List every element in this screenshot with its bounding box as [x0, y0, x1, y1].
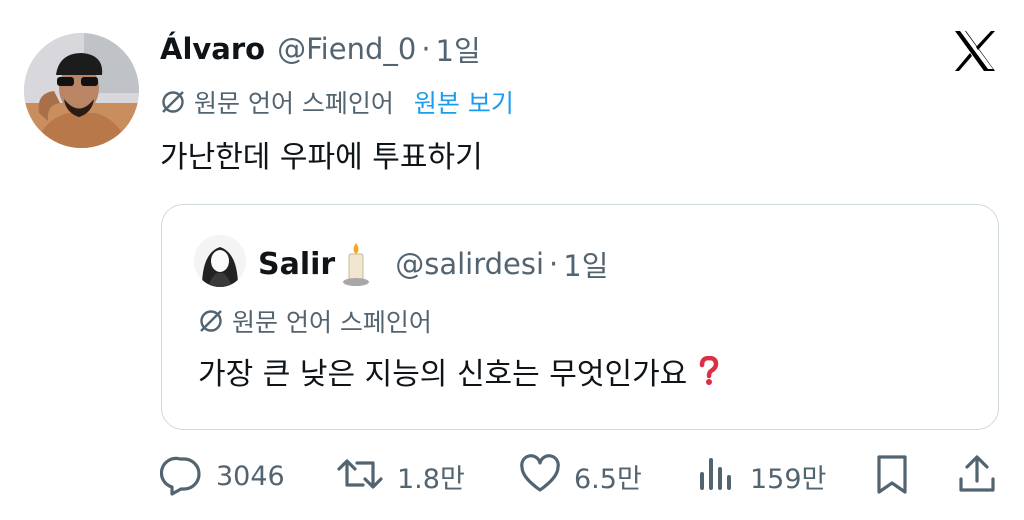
quote-header: Salir @salirdesi · 1일: [258, 241, 608, 287]
original-language-label: 원문 언어 스페인어: [194, 89, 394, 118]
quote-original-language-label: 원문 언어 스페인어: [232, 308, 432, 337]
x-logo-icon: [952, 28, 998, 74]
translate-icon: [198, 308, 224, 334]
reply-button[interactable]: 3046: [159, 448, 285, 504]
author-handle[interactable]: @Fiend_0: [277, 32, 416, 66]
retweet-button[interactable]: 1.8만: [335, 448, 465, 504]
like-icon: [518, 452, 562, 500]
author-avatar[interactable]: [24, 33, 139, 148]
tweet-time[interactable]: 1일: [436, 28, 481, 70]
quote-author-name[interactable]: Salir: [258, 247, 335, 282]
quote-text-row: 가장 큰 낮은 지능의 신호는 무엇인가요: [198, 349, 719, 393]
question-mark-emoji-icon: [699, 356, 719, 386]
like-button[interactable]: 6.5만: [518, 448, 642, 504]
separator-dot: ·: [421, 32, 431, 66]
like-count: 6.5만: [574, 463, 642, 495]
quote-time[interactable]: 1일: [563, 243, 608, 285]
bookmark-icon: [870, 452, 914, 500]
tweet-text: 가난한데 우파에 투표하기: [160, 140, 483, 175]
share-icon: [955, 452, 999, 500]
retweet-icon: [335, 452, 385, 500]
quote-author-avatar[interactable]: [194, 235, 246, 287]
translate-icon: [160, 89, 186, 115]
quote-author-handle[interactable]: @salirdesi: [395, 247, 544, 281]
quoted-tweet[interactable]: Salir @salirdesi · 1일 원문 언어 스페인어 가장 큰 낮은…: [161, 204, 999, 430]
reply-count: 3046: [216, 460, 285, 492]
quote-text: 가장 큰 낮은 지능의 신호는 무엇인가요: [198, 357, 688, 392]
show-original-link[interactable]: 원본 보기: [414, 84, 514, 120]
quote-separator-dot: ·: [549, 247, 559, 281]
retweet-count: 1.8만: [397, 463, 465, 495]
candle-emoji-icon: [341, 241, 371, 287]
tweet-header: Álvaro @Fiend_0 · 1일: [160, 26, 481, 72]
views-button[interactable]: 159만: [694, 448, 826, 504]
quote-translation-notice: 원문 언어 스페인어: [198, 303, 432, 339]
author-name[interactable]: Álvaro: [160, 32, 265, 66]
translation-notice: 원문 언어 스페인어 원본 보기: [160, 84, 514, 120]
bookmark-button[interactable]: [870, 448, 914, 504]
reply-icon: [159, 452, 204, 500]
action-bar: 3046 1.8만 6.5만 159만: [0, 448, 1024, 504]
views-icon: [694, 452, 738, 500]
views-count: 159만: [750, 463, 827, 495]
share-button[interactable]: [955, 448, 999, 504]
